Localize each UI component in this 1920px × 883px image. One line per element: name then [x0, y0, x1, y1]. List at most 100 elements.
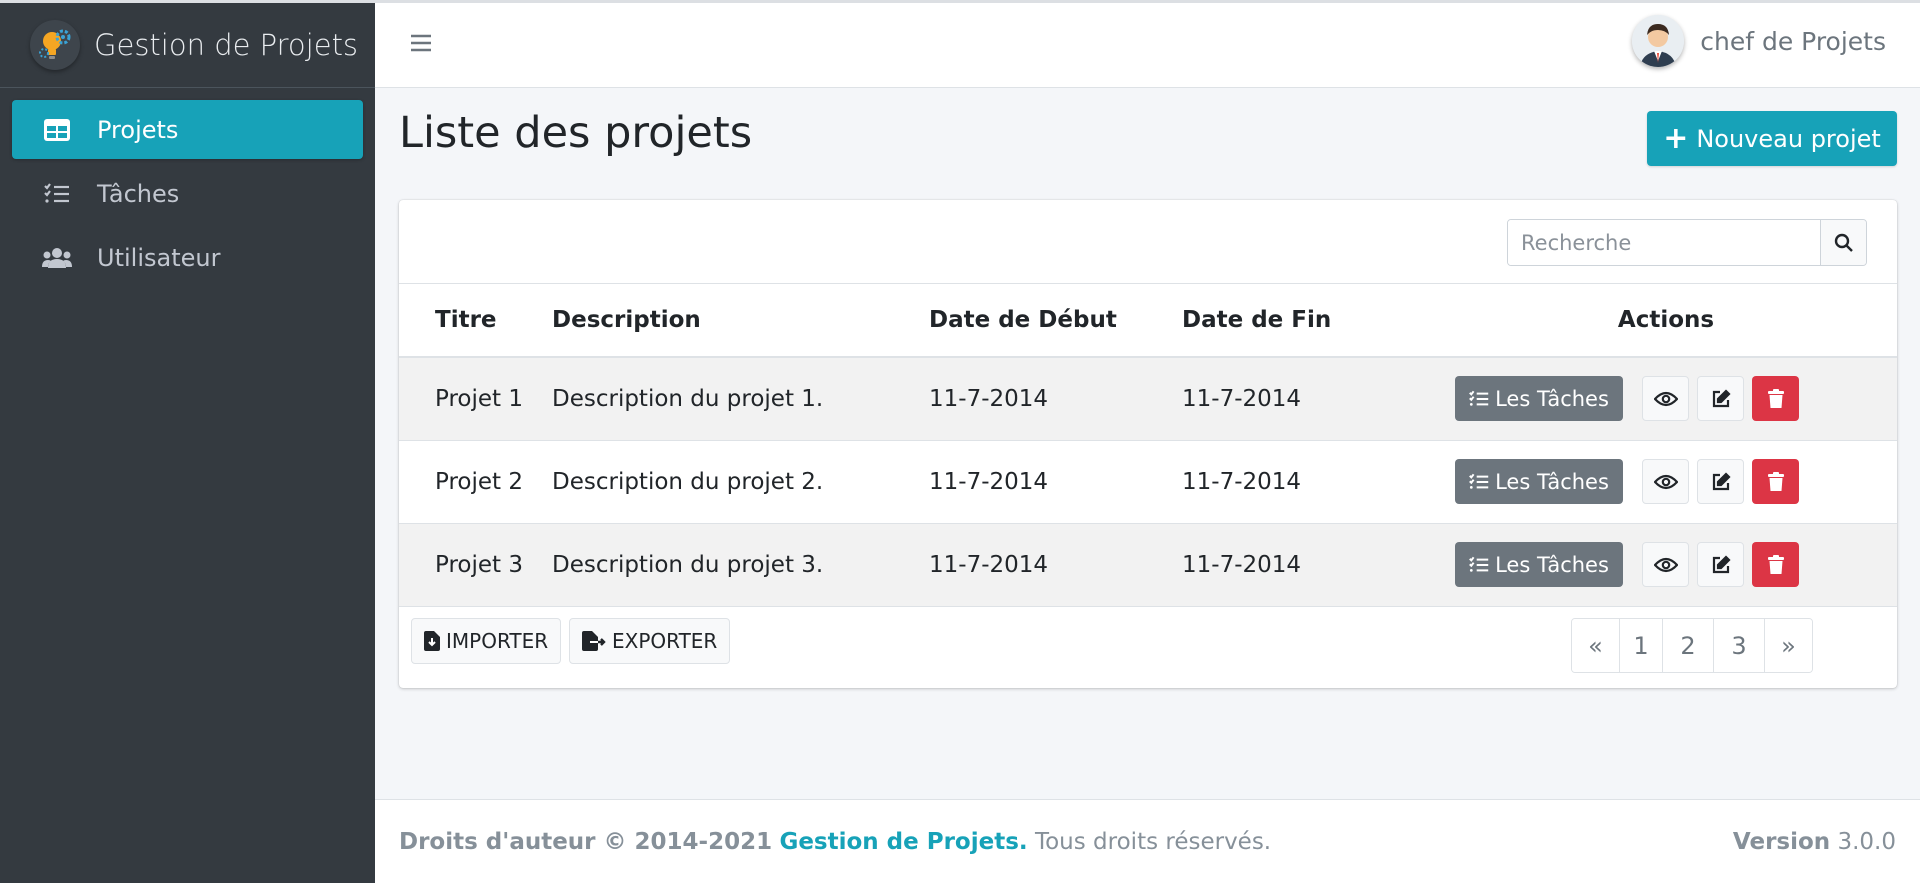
table-row: Projet 1 Description du projet 1. 11-7-2… — [399, 357, 1897, 440]
tasks-icon — [1469, 556, 1489, 572]
cell-description: Description du projet 2. — [552, 468, 824, 495]
table-row: Projet 3 Description du projet 3. 11-7-2… — [399, 523, 1897, 606]
users-icon — [42, 243, 72, 273]
file-import-icon — [424, 631, 440, 651]
delete-button[interactable] — [1752, 376, 1799, 422]
tasks-button-label: Les Tâches — [1495, 386, 1609, 411]
column-header-date-fin[interactable]: Date de Fin — [1182, 284, 1435, 357]
sidebar-item-utilisateur[interactable]: Utilisateur — [12, 228, 363, 287]
search-icon — [1834, 233, 1853, 252]
cell-end-date: 11-7-2014 — [1182, 468, 1302, 495]
version-info: Version 3.0.0 — [1733, 829, 1896, 855]
eye-icon — [1653, 474, 1678, 489]
sidebar-item-label: Utilisateur — [97, 243, 221, 272]
view-button[interactable] — [1642, 542, 1689, 587]
view-button[interactable] — [1642, 459, 1689, 504]
sidebar-nav: Projets Tâches Utilisateur — [0, 88, 375, 287]
sidebar-item-label: Tâches — [97, 179, 180, 208]
column-header-date-debut[interactable]: Date de Début — [929, 284, 1182, 357]
page-2[interactable]: 2 — [1663, 619, 1714, 672]
import-button[interactable]: IMPORTER — [411, 618, 562, 664]
tasks-button[interactable]: Les Tâches — [1455, 459, 1623, 504]
trash-icon — [1767, 554, 1784, 574]
cell-start-date: 11-7-2014 — [929, 468, 1049, 495]
sidebar: Gestion de Projets Projets Tâches Utilis… — [0, 3, 375, 883]
search-button[interactable] — [1820, 220, 1866, 265]
projects-table: Titre Description Date de Début Date de … — [399, 284, 1897, 607]
rights-text: Tous droits réservés. — [1034, 828, 1272, 855]
tasks-button-label: Les Tâches — [1495, 469, 1609, 494]
eye-icon — [1653, 557, 1678, 572]
cell-actions: Les Tâches — [1435, 357, 1897, 440]
menu-toggle-icon[interactable] — [409, 30, 439, 60]
delete-button[interactable] — [1752, 459, 1799, 504]
new-project-label: Nouveau projet — [1696, 124, 1881, 153]
tasks-button[interactable]: Les Tâches — [1455, 376, 1623, 422]
column-header-titre[interactable]: Titre — [399, 284, 552, 357]
brand-link[interactable]: Gestion de Projets. — [779, 829, 1027, 855]
table-row: Projet 2 Description du projet 2. 11-7-2… — [399, 440, 1897, 523]
page-prev[interactable]: « — [1572, 619, 1620, 672]
version-label: Version — [1732, 828, 1831, 855]
top-border — [0, 0, 1920, 3]
search-group — [1507, 219, 1867, 266]
file-export-icon — [582, 631, 606, 651]
cell-end-date: 11-7-2014 — [1182, 385, 1302, 412]
cell-description: Description du projet 3. — [552, 551, 824, 578]
copyright-text: Droits d'auteur © 2014-2021 — [399, 828, 773, 855]
sidebar-item-projets[interactable]: Projets — [12, 100, 363, 159]
edit-button[interactable] — [1697, 459, 1744, 504]
sidebar-item-taches[interactable]: Tâches — [12, 164, 363, 223]
tasks-button[interactable]: Les Tâches — [1455, 542, 1623, 587]
cell-end-date: 11-7-2014 — [1182, 551, 1302, 578]
page-3[interactable]: 3 — [1714, 619, 1765, 672]
cell-actions: Les Tâches — [1435, 440, 1897, 523]
edit-icon — [1712, 471, 1731, 490]
eye-icon — [1653, 391, 1678, 406]
user-name: chef de Projets — [1700, 26, 1886, 56]
page-1[interactable]: 1 — [1620, 619, 1663, 672]
column-header-actions: Actions — [1617, 307, 1715, 333]
cell-title: Projet 3 — [435, 551, 523, 578]
tasks-icon — [1469, 390, 1489, 406]
avatar — [1632, 15, 1685, 67]
brand[interactable]: Gestion de Projets — [0, 3, 375, 88]
table-icon — [42, 115, 72, 145]
version-number: 3.0.0 — [1837, 828, 1896, 855]
edit-icon — [1712, 389, 1731, 407]
delete-button[interactable] — [1752, 542, 1799, 587]
cell-actions: Les Tâches — [1435, 523, 1897, 606]
new-project-button[interactable]: + Nouveau projet — [1647, 111, 1897, 166]
page-title: Liste des projets — [399, 108, 753, 158]
cell-title: Projet 1 — [435, 385, 523, 412]
cell-start-date: 11-7-2014 — [929, 385, 1049, 412]
search-input[interactable] — [1508, 220, 1820, 265]
brand-name: Gestion de Projets — [94, 28, 359, 62]
card-header — [399, 200, 1897, 284]
export-button[interactable]: EXPORTER — [569, 618, 731, 664]
trash-icon — [1767, 471, 1784, 491]
copyright: Droits d'auteur © 2014-2021 Gestion de P… — [399, 829, 1271, 855]
top-header: chef de Projets — [375, 3, 1920, 88]
edit-icon — [1712, 554, 1731, 573]
view-button[interactable] — [1642, 376, 1689, 422]
card-footer: IMPORTER EXPORTER « 1 2 3 » — [399, 606, 1897, 688]
tasks-icon — [1469, 473, 1489, 489]
table-header-row: Titre Description Date de Début Date de … — [399, 284, 1897, 357]
tasks-icon — [42, 179, 72, 209]
cell-description: Description du projet 1. — [552, 385, 824, 412]
page-footer: Droits d'auteur © 2014-2021 Gestion de P… — [375, 799, 1920, 883]
column-header-description[interactable]: Description — [552, 284, 929, 357]
sidebar-item-label: Projets — [97, 115, 179, 144]
export-label: EXPORTER — [612, 629, 718, 653]
edit-button[interactable] — [1697, 376, 1744, 422]
projects-card: Titre Description Date de Début Date de … — [399, 200, 1897, 688]
page-next[interactable]: » — [1765, 619, 1812, 672]
tasks-button-label: Les Tâches — [1495, 552, 1609, 577]
brand-logo-icon — [30, 20, 80, 70]
user-menu[interactable]: chef de Projets — [1632, 15, 1886, 67]
cell-start-date: 11-7-2014 — [929, 551, 1049, 578]
pagination: « 1 2 3 » — [1571, 618, 1813, 673]
import-label: IMPORTER — [446, 629, 549, 653]
edit-button[interactable] — [1697, 542, 1744, 587]
